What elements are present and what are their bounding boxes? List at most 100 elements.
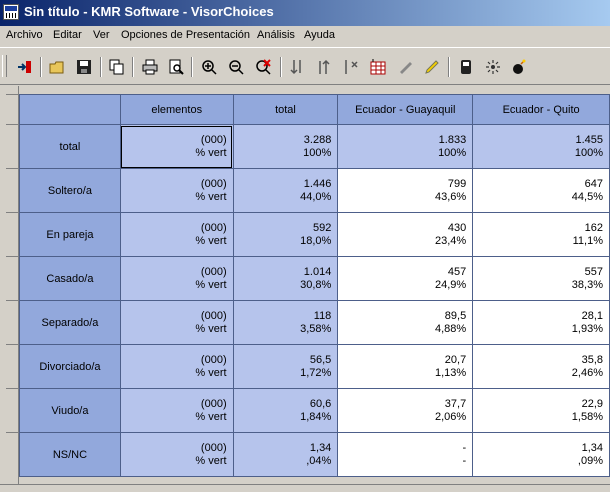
guayaquil-cell[interactable]: 37,7 2,06% <box>337 388 474 433</box>
toolbar-grip[interactable] <box>2 55 7 77</box>
row-selector[interactable] <box>6 256 18 300</box>
count: 1.446 <box>303 177 332 190</box>
row-selector[interactable] <box>6 388 18 432</box>
row-label[interactable]: total <box>19 124 121 169</box>
table-row: Viudo/a (000)% vert 60,6 1,84% 37,7 2,06% … <box>19 388 610 433</box>
zoom-in-icon[interactable] <box>200 58 218 76</box>
zoom-out-icon[interactable] <box>227 58 245 76</box>
export-icon[interactable] <box>457 58 475 76</box>
percent: 11,1% <box>572 234 603 247</box>
toolbar-separator <box>40 57 42 77</box>
guayaquil-cell[interactable]: 1.833 100% <box>337 124 474 169</box>
zoom-reset-icon[interactable] <box>254 58 272 76</box>
guayaquil-cell[interactable]: 20,7 1,13% <box>337 344 474 389</box>
row-selector[interactable] <box>6 212 18 256</box>
quito-cell[interactable]: 28,1 1,93% <box>472 300 610 345</box>
menu-opciones-presentacion[interactable]: Opciones de Presentación <box>121 29 250 41</box>
percent: 44,5% <box>571 190 603 203</box>
save-icon[interactable] <box>75 58 93 76</box>
remove-column-icon[interactable] <box>341 58 359 76</box>
menu-bar: Archivo Editar Ver Opciones de Presentac… <box>0 26 610 45</box>
count: 56,5 <box>309 353 332 366</box>
crosstab-table: elementos total Ecuador - Guayaquil Ecua… <box>19 94 610 477</box>
type-top: (000) <box>200 177 227 190</box>
row-label[interactable]: Viudo/a <box>19 388 121 433</box>
quito-cell[interactable]: 22,9 1,58% <box>472 388 610 433</box>
quito-cell[interactable]: 162 11,1% <box>472 212 610 257</box>
total-cell[interactable]: 56,5 1,72% <box>232 344 339 389</box>
settings-icon[interactable] <box>484 58 502 76</box>
table-row: NS/NC (000)% vert 1,34,04% -- 1,34,09% <box>19 432 610 477</box>
total-cell[interactable]: 3.288 100% <box>232 124 339 169</box>
total-cell[interactable]: 592 18,0% <box>232 212 339 257</box>
menu-ayuda[interactable]: Ayuda <box>304 29 335 41</box>
menu-analisis[interactable]: Análisis <box>257 29 295 41</box>
table-grid-icon[interactable] <box>369 58 387 76</box>
percent: 4,88% <box>435 322 467 335</box>
percent: 30,8% <box>300 278 332 291</box>
menu-editar[interactable]: Editar <box>53 29 82 41</box>
row-label[interactable]: Divorciado/a <box>19 344 121 389</box>
total-cell[interactable]: 118 3,58% <box>232 300 339 345</box>
total-cell[interactable]: 1.014 30,8% <box>232 256 339 301</box>
header-total[interactable]: total <box>232 94 339 125</box>
row-selector[interactable] <box>6 168 18 212</box>
quito-cell[interactable]: 1.455 100% <box>472 124 610 169</box>
bomb-icon[interactable] <box>510 58 528 76</box>
row-selector[interactable] <box>6 124 18 168</box>
quito-cell[interactable]: 1,34,09% <box>472 432 610 477</box>
count: 1.833 <box>438 133 467 146</box>
row-label[interactable]: Separado/a <box>19 300 121 345</box>
guayaquil-cell[interactable]: 430 23,4% <box>337 212 474 257</box>
total-cell[interactable]: 60,6 1,84% <box>232 388 339 433</box>
type-cell[interactable]: (000)% vert <box>119 344 234 389</box>
open-icon[interactable] <box>48 58 66 76</box>
type-top: (000) <box>200 265 227 278</box>
window-title: Sin título - KMR Software - VisorChoices <box>24 4 274 19</box>
header-elementos[interactable]: elementos <box>119 94 234 125</box>
header-guayaquil[interactable]: Ecuador - Guayaquil <box>337 94 474 125</box>
count: 20,7 <box>444 353 467 366</box>
highlight-icon[interactable] <box>423 58 441 76</box>
row-label[interactable]: En pareja <box>19 212 121 257</box>
guayaquil-cell[interactable]: 799 43,6% <box>337 168 474 213</box>
count: 162 <box>584 221 603 234</box>
exit-icon[interactable] <box>16 58 34 76</box>
total-cell[interactable]: 1.446 44,0% <box>232 168 339 213</box>
type-cell[interactable]: (000)% vert <box>119 256 234 301</box>
type-cell[interactable]: (000)% vert <box>119 124 234 169</box>
toolbar-separator <box>191 57 193 77</box>
percent: 1,58% <box>571 410 603 423</box>
row-label[interactable]: Casado/a <box>19 256 121 301</box>
sort-asc-icon[interactable] <box>314 58 332 76</box>
guayaquil-cell[interactable]: 89,5 4,88% <box>337 300 474 345</box>
type-cell[interactable]: (000)% vert <box>119 432 234 477</box>
menu-ver[interactable]: Ver <box>93 29 110 41</box>
row-label[interactable]: Soltero/a <box>19 168 121 213</box>
quito-cell[interactable]: 35,8 2,46% <box>472 344 610 389</box>
guayaquil-cell[interactable]: 457 24,9% <box>337 256 474 301</box>
tools-icon[interactable] <box>396 58 414 76</box>
app-icon[interactable] <box>3 4 19 20</box>
quito-cell[interactable]: 647 44,5% <box>472 168 610 213</box>
type-cell[interactable]: (000)% vert <box>119 300 234 345</box>
header-quito[interactable]: Ecuador - Quito <box>472 94 610 125</box>
guayaquil-cell[interactable]: -- <box>337 432 474 477</box>
total-cell[interactable]: 1,34,04% <box>232 432 339 477</box>
row-label[interactable]: NS/NC <box>19 432 121 477</box>
type-cell[interactable]: (000)% vert <box>119 388 234 433</box>
copy-icon[interactable] <box>108 58 126 76</box>
print-icon[interactable] <box>141 58 159 76</box>
row-selector[interactable] <box>6 432 18 476</box>
type-bottom: % vert <box>195 234 227 247</box>
type-cell[interactable]: (000)% vert <box>119 168 234 213</box>
type-cell[interactable]: (000)% vert <box>119 212 234 257</box>
row-selector[interactable] <box>6 344 18 388</box>
type-bottom: % vert <box>195 410 227 423</box>
toolbar-separator <box>132 57 134 77</box>
row-selector[interactable] <box>6 300 18 344</box>
sort-desc-icon[interactable] <box>288 58 306 76</box>
print-preview-icon[interactable] <box>167 58 185 76</box>
quito-cell[interactable]: 557 38,3% <box>472 256 610 301</box>
menu-archivo[interactable]: Archivo <box>6 29 43 41</box>
